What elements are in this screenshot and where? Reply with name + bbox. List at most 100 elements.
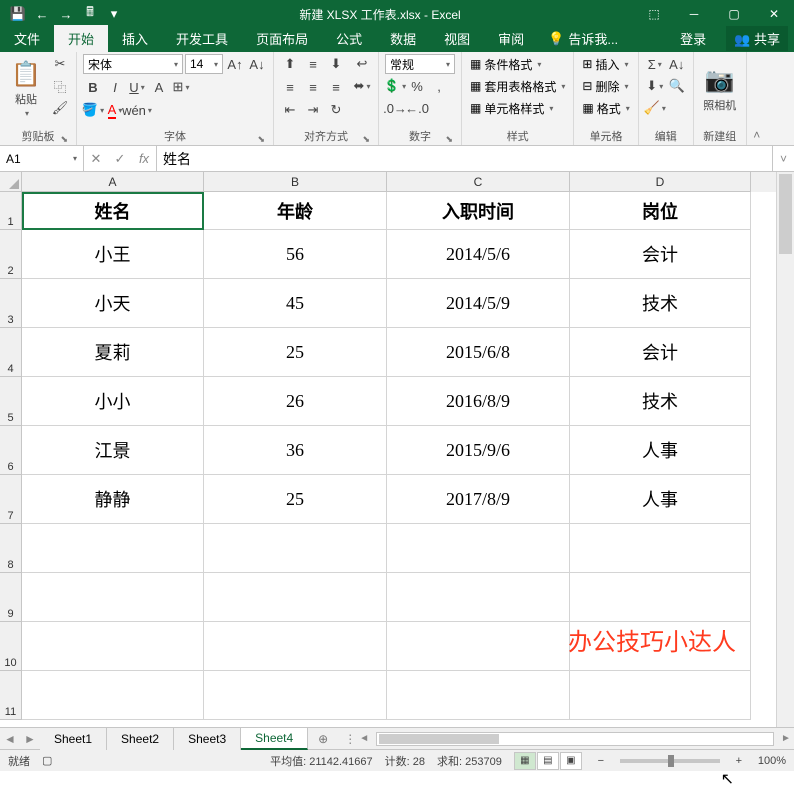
- cell-styles-button[interactable]: ▦ 单元格样式▾: [468, 98, 555, 118]
- cell[interactable]: [387, 524, 570, 573]
- tab-formula[interactable]: 公式: [322, 25, 376, 52]
- cell[interactable]: 江景: [22, 426, 204, 475]
- redo-icon[interactable]: →: [54, 2, 78, 26]
- sheet-tab[interactable]: Sheet1: [40, 728, 107, 750]
- view-page-layout-icon[interactable]: ▤: [537, 752, 559, 770]
- dialog-launcher-icon[interactable]: ⬊: [362, 134, 370, 145]
- name-box[interactable]: A1▾: [0, 146, 84, 171]
- sheet-tab[interactable]: Sheet4: [241, 728, 308, 750]
- ime-icon[interactable]: A: [149, 77, 169, 97]
- wrap-text-icon[interactable]: ↩: [352, 54, 372, 74]
- row-header[interactable]: 10: [0, 622, 22, 671]
- merge-icon[interactable]: ⬌▾: [352, 76, 372, 96]
- cell[interactable]: 25: [204, 475, 387, 524]
- cell[interactable]: [204, 671, 387, 720]
- increase-indent-icon[interactable]: ⇥: [303, 100, 323, 120]
- format-cells-button[interactable]: ▦ 格式▾: [580, 98, 631, 118]
- cancel-icon[interactable]: ✕: [84, 146, 108, 171]
- save-icon[interactable]: 💾: [6, 2, 30, 26]
- enter-icon[interactable]: ✓: [108, 146, 132, 171]
- tab-insert[interactable]: 插入: [108, 25, 162, 52]
- collapse-ribbon-icon[interactable]: ˄: [747, 52, 767, 146]
- close-icon[interactable]: ✕: [754, 0, 794, 28]
- dialog-launcher-icon[interactable]: ⬊: [60, 134, 68, 145]
- find-icon[interactable]: 🔍: [667, 76, 687, 96]
- cell[interactable]: [22, 573, 204, 622]
- cell[interactable]: 姓名: [22, 192, 204, 230]
- font-size-combo[interactable]: 14▾: [185, 54, 223, 74]
- italic-button[interactable]: I: [105, 77, 125, 97]
- column-header[interactable]: A: [22, 172, 204, 192]
- copy-icon[interactable]: ⿻: [50, 76, 70, 96]
- view-normal-icon[interactable]: ▦: [514, 752, 536, 770]
- expand-formula-icon[interactable]: ˅: [772, 146, 794, 171]
- row-header[interactable]: 3: [0, 279, 22, 328]
- cell[interactable]: [570, 622, 751, 671]
- row-header[interactable]: 9: [0, 573, 22, 622]
- column-header[interactable]: D: [570, 172, 751, 192]
- cell[interactable]: 小天: [22, 279, 204, 328]
- cell[interactable]: [22, 622, 204, 671]
- fx-icon[interactable]: fx: [132, 146, 156, 171]
- row-header[interactable]: 4: [0, 328, 22, 377]
- sheet-tab[interactable]: Sheet3: [174, 728, 241, 750]
- tab-data[interactable]: 数据: [376, 25, 430, 52]
- cell[interactable]: 25: [204, 328, 387, 377]
- cell[interactable]: 36: [204, 426, 387, 475]
- underline-button[interactable]: U▾: [127, 77, 147, 97]
- cell[interactable]: [387, 671, 570, 720]
- hscroll-left-icon[interactable]: ◄: [356, 733, 372, 744]
- row-header[interactable]: 11: [0, 671, 22, 720]
- undo-icon[interactable]: ←: [30, 2, 54, 26]
- align-right-icon[interactable]: ≡: [326, 77, 346, 97]
- cell[interactable]: [387, 573, 570, 622]
- cell[interactable]: 2017/8/9: [387, 475, 570, 524]
- format-painter-icon[interactable]: 🖌: [50, 98, 70, 118]
- tab-review[interactable]: 审阅: [484, 25, 538, 52]
- row-header[interactable]: 7: [0, 475, 22, 524]
- cell[interactable]: 2016/8/9: [387, 377, 570, 426]
- border-icon[interactable]: ⊞▾: [171, 77, 191, 97]
- row-header[interactable]: 1: [0, 192, 22, 230]
- align-middle-icon[interactable]: ≡: [303, 54, 323, 74]
- cell[interactable]: 2015/9/6: [387, 426, 570, 475]
- autosum-icon[interactable]: Σ▾: [645, 54, 665, 74]
- increase-decimal-icon[interactable]: .0→: [385, 98, 405, 118]
- delete-cells-button[interactable]: ⊟ 删除▾: [580, 76, 630, 96]
- row-header[interactable]: 5: [0, 377, 22, 426]
- cell[interactable]: [387, 622, 570, 671]
- cell[interactable]: 会计: [570, 328, 751, 377]
- view-page-break-icon[interactable]: ▣: [560, 752, 582, 770]
- align-top-icon[interactable]: ⬆: [280, 54, 300, 74]
- cell[interactable]: 2014/5/6: [387, 230, 570, 279]
- cell[interactable]: 人事: [570, 426, 751, 475]
- sheet-tab[interactable]: Sheet2: [107, 728, 174, 750]
- tab-developer[interactable]: 开发工具: [162, 25, 242, 52]
- shrink-font-icon[interactable]: A↓: [247, 54, 267, 74]
- cell[interactable]: 会计: [570, 230, 751, 279]
- login-link[interactable]: 登录: [666, 25, 720, 52]
- cell[interactable]: 年龄: [204, 192, 387, 230]
- decrease-indent-icon[interactable]: ⇤: [280, 100, 300, 120]
- horizontal-scrollbar[interactable]: [376, 732, 774, 746]
- format-table-button[interactable]: ▦ 套用表格格式▾: [468, 76, 567, 96]
- fill-icon[interactable]: ⬇▾: [645, 76, 665, 96]
- phonetic-icon[interactable]: wén▾: [127, 100, 147, 120]
- tab-file[interactable]: 文件: [0, 25, 54, 52]
- cell[interactable]: 2014/5/9: [387, 279, 570, 328]
- comma-icon[interactable]: ,: [429, 76, 449, 96]
- grow-font-icon[interactable]: A↑: [225, 54, 245, 74]
- number-format-combo[interactable]: 常规▾: [385, 54, 455, 74]
- sort-icon[interactable]: A↓: [667, 54, 687, 74]
- fill-color-icon[interactable]: 🪣▾: [83, 100, 103, 120]
- macro-icon[interactable]: ▢: [42, 754, 52, 767]
- cell[interactable]: [22, 671, 204, 720]
- cell[interactable]: 静静: [22, 475, 204, 524]
- tab-home[interactable]: 开始: [54, 25, 108, 52]
- qat-dropdown-icon[interactable]: ▾: [102, 2, 126, 26]
- zoom-slider[interactable]: [620, 759, 720, 763]
- select-all-button[interactable]: [0, 172, 22, 192]
- cell[interactable]: 人事: [570, 475, 751, 524]
- cell[interactable]: 小小: [22, 377, 204, 426]
- cell[interactable]: 45: [204, 279, 387, 328]
